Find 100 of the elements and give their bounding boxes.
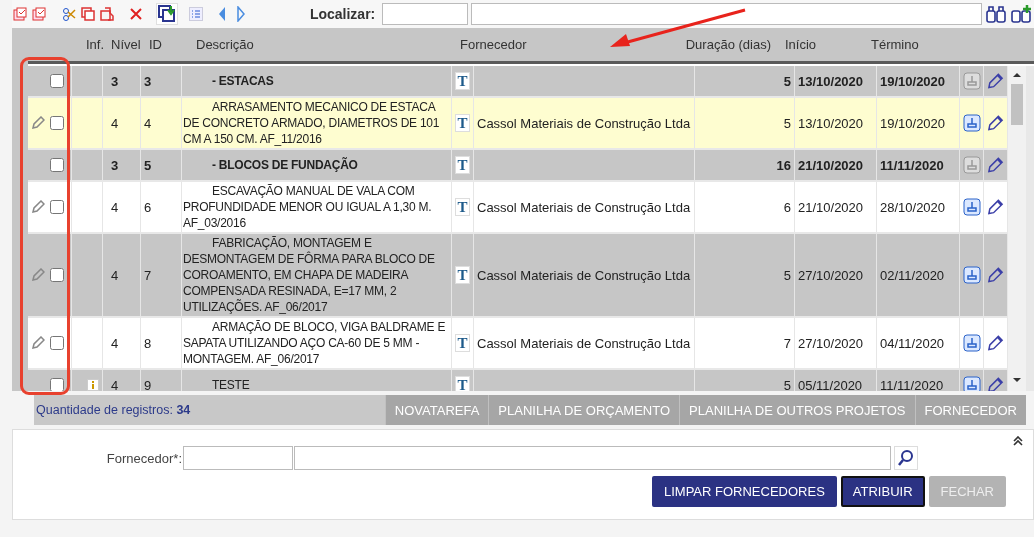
copy-icon[interactable] (79, 6, 96, 22)
duration-value: 5 (783, 267, 791, 283)
task-description: - ESTACAS (211, 73, 274, 89)
end-date: 04/11/2020 (880, 335, 945, 351)
scrollbar[interactable] (1008, 66, 1026, 391)
stamp-icon[interactable] (962, 198, 981, 216)
text-note-icon[interactable]: T (455, 156, 470, 174)
row-checkbox[interactable] (50, 74, 64, 88)
edit-icon[interactable] (987, 334, 1004, 352)
duration-value: 5 (783, 73, 791, 89)
duration-value: 16 (776, 157, 791, 173)
level-value: 4 (111, 115, 119, 131)
row-background[interactable] (28, 370, 1008, 391)
level-value: 4 (111, 335, 119, 351)
row-checkbox[interactable] (50, 378, 64, 391)
column-header: ID (148, 37, 163, 52)
copy-down-icon[interactable] (156, 3, 179, 25)
supplier-name: Cassol Materiais de Construção Ltda (477, 115, 691, 131)
row-checkbox[interactable] (50, 158, 64, 172)
row-checkbox[interactable] (50, 268, 64, 282)
stamp-icon[interactable] (962, 266, 981, 284)
paste-icon[interactable] (98, 6, 115, 22)
supplier-name-field[interactable] (294, 446, 891, 470)
edit-icon[interactable] (987, 114, 1004, 132)
stamp-icon[interactable] (962, 376, 981, 391)
row-highlight[interactable] (28, 98, 1008, 148)
search-button[interactable] (894, 446, 918, 470)
end-date: 11/11/2020 (880, 157, 944, 173)
duration-value: 7 (783, 335, 791, 351)
scroll-thumb[interactable] (1011, 84, 1023, 125)
level-value: 4 (111, 267, 119, 283)
scroll-up-icon[interactable] (1013, 72, 1021, 78)
row-background[interactable] (28, 318, 1008, 368)
uncheck-all-icon[interactable] (12, 6, 28, 22)
edit-icon[interactable] (987, 266, 1004, 284)
start-date: 13/10/2020 (798, 73, 864, 89)
binoculars-add-icon[interactable] (1010, 6, 1034, 22)
duration-value: 6 (783, 199, 791, 215)
task-description: TESTE (211, 377, 250, 391)
start-date: 21/10/2020 (798, 199, 864, 215)
column-header: Nível (110, 37, 141, 52)
duration-value: 5 (783, 115, 791, 131)
supplier-label: Fornecedor*: (105, 450, 183, 466)
search-field[interactable] (382, 3, 469, 25)
start-date: 27/10/2020 (798, 335, 864, 351)
row-checkbox[interactable] (50, 200, 64, 214)
list-icon[interactable] (188, 6, 205, 22)
pencil-icon[interactable] (31, 336, 45, 350)
scroll-down-icon[interactable] (1013, 377, 1021, 383)
id-value: 9 (144, 377, 152, 391)
stamp-icon[interactable] (962, 334, 981, 352)
end-date: 19/10/2020 (880, 115, 946, 131)
action-button[interactable]: LIMPAR FORNECEDORES (652, 476, 837, 507)
text-note-icon[interactable]: T (455, 376, 470, 391)
text-note-icon[interactable]: T (455, 72, 470, 90)
edit-icon[interactable] (987, 72, 1004, 90)
collapse-icon[interactable] (1013, 436, 1023, 446)
row-background[interactable] (28, 66, 1008, 96)
info-icon[interactable] (87, 379, 99, 391)
scissors-icon[interactable] (60, 6, 77, 22)
text-note-icon[interactable]: T (455, 114, 470, 132)
level-value: 4 (111, 377, 119, 391)
edit-icon[interactable] (987, 156, 1004, 174)
supplier-code-field[interactable] (183, 446, 293, 470)
binoculars-icon[interactable] (985, 6, 1008, 22)
supplier-name: Cassol Materiais de Construção Ltda (477, 267, 691, 283)
duration-value: 5 (783, 377, 791, 391)
end-date: 11/11/2020 (880, 377, 944, 391)
level-value: 4 (111, 199, 119, 215)
id-value: 4 (144, 115, 152, 131)
id-value: 8 (144, 335, 152, 351)
search-field[interactable] (471, 3, 983, 25)
row-checkbox[interactable] (50, 336, 64, 350)
task-description: ARRASAMENTO MECANICO DE ESTACA DE CONCRETO ARMADO, DIAMETROS DE 101 CM A 150 CM. AF_11/2016 (183, 99, 441, 147)
row-background[interactable] (28, 150, 1008, 180)
start-date: 21/10/2020 (798, 157, 864, 173)
text-note-icon[interactable]: T (455, 266, 470, 284)
column-header: Inf. (85, 37, 103, 52)
delete-icon[interactable] (128, 6, 145, 22)
text-note-icon[interactable]: T (455, 334, 470, 352)
stamp-icon[interactable] (962, 114, 981, 132)
end-date: 02/11/2020 (880, 267, 945, 283)
row-background[interactable] (28, 234, 1008, 316)
action-button[interactable]: ATRIBUIR (840, 476, 925, 507)
start-date: 05/11/2020 (798, 377, 863, 391)
text-note-icon[interactable]: T (455, 198, 470, 216)
column-header: Descrição (195, 37, 255, 52)
row-checkbox[interactable] (50, 116, 64, 130)
pencil-icon[interactable] (31, 200, 45, 214)
pencil-icon[interactable] (31, 116, 45, 130)
task-description: ARMAÇÃO DE BLOCO, VIGA BALDRAME E SAPATA UTILIZANDO AÇO CA-60 DE 5 MM - MONTAGEM. AF_06/2017 (183, 319, 447, 367)
supplier-name: Cassol Materiais de Construção Ltda (477, 335, 691, 351)
row-background[interactable] (28, 182, 1008, 232)
id-value: 7 (144, 267, 152, 283)
level-value: 3 (111, 157, 119, 173)
check-all-icon[interactable] (30, 6, 47, 22)
edit-icon[interactable] (987, 376, 1004, 391)
task-description: - BLOCOS DE FUNDAÇÃO (211, 157, 358, 173)
edit-icon[interactable] (987, 198, 1004, 216)
end-date: 28/10/2020 (880, 199, 946, 215)
